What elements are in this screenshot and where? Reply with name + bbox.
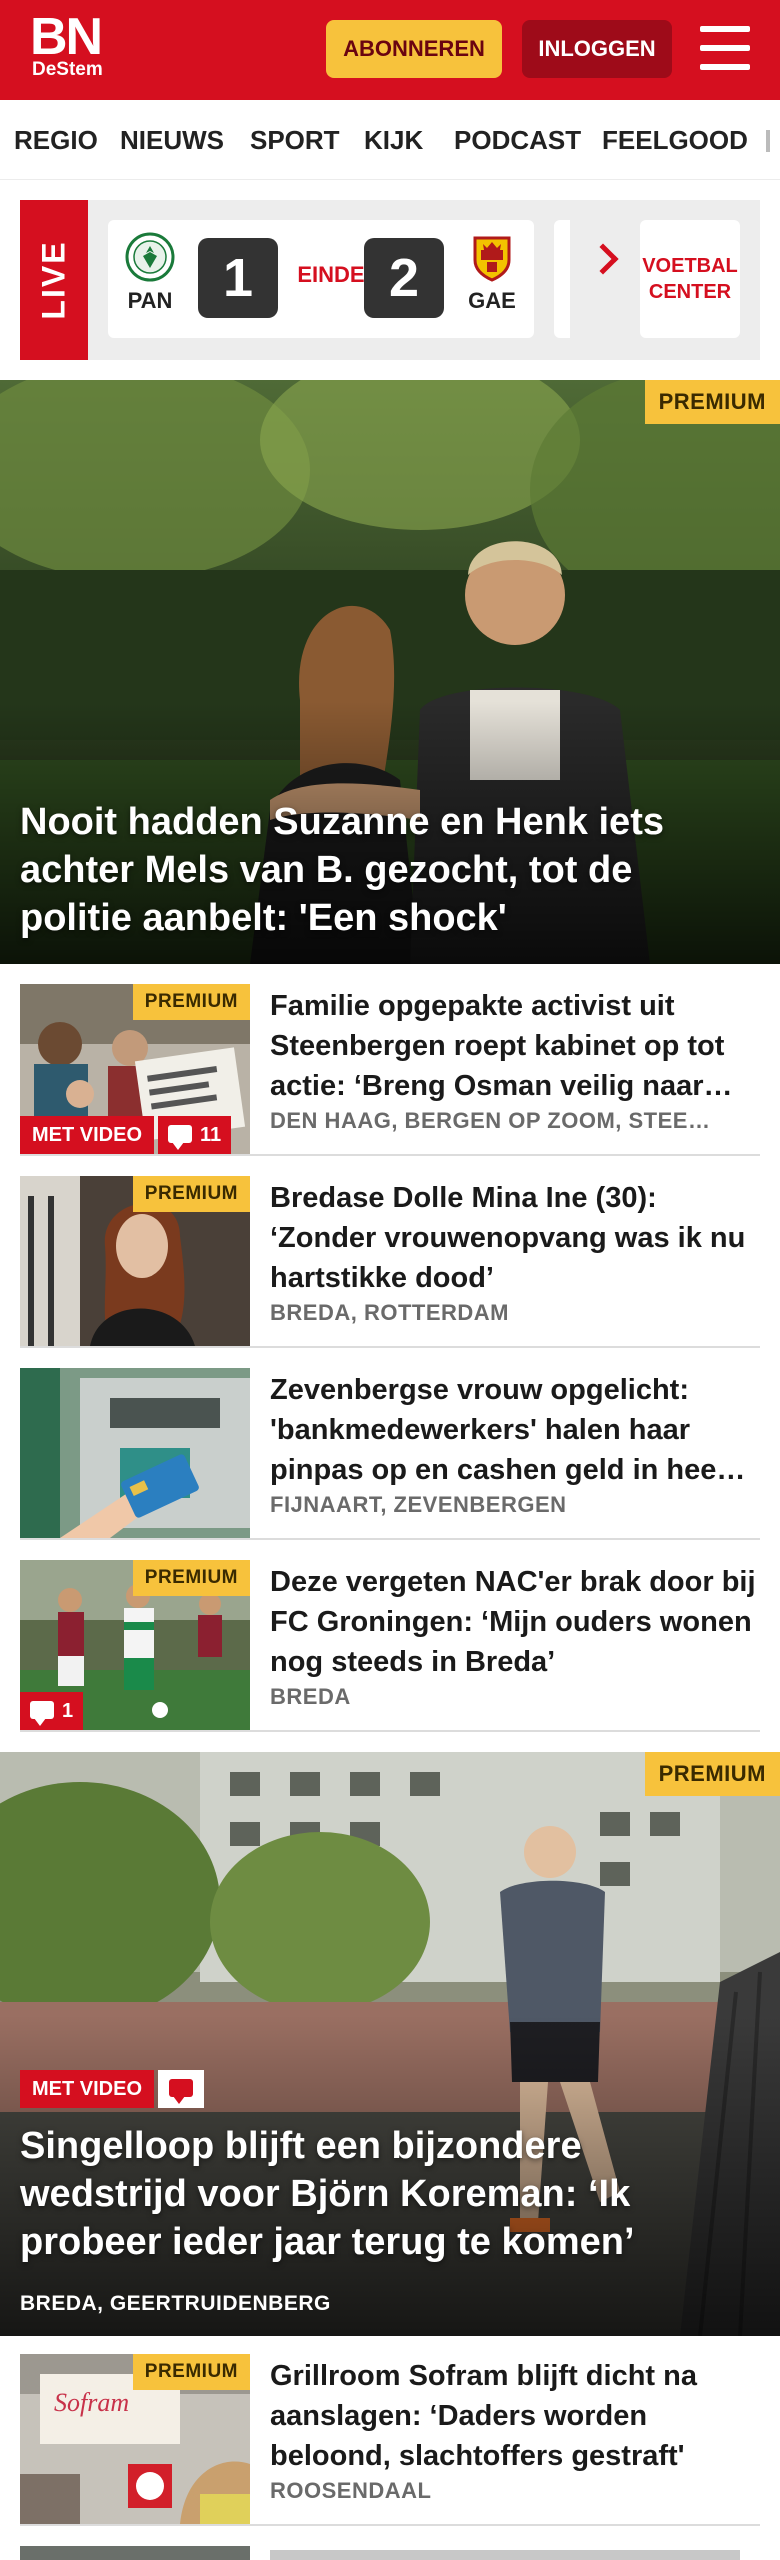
home-score: 1 <box>198 238 278 318</box>
premium-badge: PREMIUM <box>644 380 780 424</box>
article-location: ROOSENDAAL <box>270 2478 432 2503</box>
nav-item-podcast[interactable]: PODCAST <box>454 100 581 179</box>
article-location: DEN HAAG, BERGEN OP ZOOM, STEE… <box>270 1108 711 1133</box>
comment-icon <box>169 2079 193 2104</box>
site-logo[interactable]: BN DeStem <box>30 8 103 80</box>
nav-overflow-hint <box>766 130 770 152</box>
chevron-right-icon[interactable] <box>587 243 619 275</box>
login-button[interactable]: INLOGGEN <box>522 20 672 78</box>
live-panel: LIVE PAN 1 EINDE 2 GAE VOETBAL CENTER <box>20 200 760 360</box>
live-scores-strip: LIVE PAN 1 EINDE 2 GAE VOETBAL CENTER <box>0 180 780 364</box>
comment-icon <box>168 1125 192 1150</box>
premium-badge: PREMIUM <box>132 1176 250 1212</box>
page: BN DeStem ABONNEREN INLOGGEN REGIO NIEUW… <box>0 0 780 2560</box>
home-team-code: PAN <box>127 288 173 313</box>
next-article-title-peek <box>270 2550 740 2560</box>
logo-sub: DeStem <box>32 59 103 80</box>
article-item[interactable]: PREMIUM Bredase Dolle Mina Ine (30): ‘Zo… <box>20 1176 760 1348</box>
comment-badge <box>158 2070 204 2108</box>
hamburger-menu-icon[interactable] <box>700 26 750 70</box>
home-team: PAN <box>120 232 180 314</box>
logo-main: BN <box>30 8 103 66</box>
premium-badge: PREMIUM <box>132 984 250 1020</box>
go-ahead-eagles-crest-icon <box>467 232 517 282</box>
hero-article[interactable]: PREMIUM Nooit hadden Suzanne en Henk iet… <box>0 380 780 964</box>
premium-badge: PREMIUM <box>132 2354 250 2390</box>
article-location: FIJNAART, ZEVENBERGEN <box>270 1492 567 1517</box>
nav-item-nieuws[interactable]: NIEUWS <box>120 100 224 179</box>
subscribe-button[interactable]: ABONNEREN <box>326 20 502 78</box>
comment-icon <box>30 1701 54 1726</box>
away-team-code: GAE <box>468 288 516 313</box>
video-badge: MET VIDEO <box>20 2070 155 2108</box>
hero-title[interactable]: Nooit hadden Suzanne en Henk iets achter… <box>20 798 750 942</box>
match-status: EINDE <box>297 262 365 287</box>
nav-item-feelgood[interactable]: FEELGOOD <box>602 100 748 179</box>
article-title[interactable]: Deze vergeten NAC'er brak door bij FC Gr… <box>270 1562 760 1682</box>
article-title[interactable]: Zevenbergse vrouw opgelicht: 'bankmedewe… <box>270 1370 760 1490</box>
main-nav: REGIO NIEUWS SPORT KIJK PODCAST FEELGOOD <box>0 100 780 180</box>
article-location: BREDA, ROTTERDAM <box>270 1300 509 1325</box>
article-item[interactable]: Zevenbergse vrouw opgelicht: 'bankmedewe… <box>20 1368 760 1540</box>
comment-count-badge: 11 <box>158 1116 232 1154</box>
article-item[interactable]: PREMIUM 1 Deze vergeten NAC'er brak door… <box>20 1560 760 1732</box>
next-article-thumbnail-peek[interactable] <box>20 2546 250 2560</box>
hero-location: BREDA, GEERTRUIDENBERG <box>20 2292 331 2315</box>
nav-item-sport[interactable]: SPORT <box>250 100 340 179</box>
comment-count: 11 <box>200 1124 222 1146</box>
article-title[interactable]: Familie opgepakte activist uit Steenberg… <box>270 986 760 1106</box>
video-badge: MET VIDEO <box>20 1116 155 1154</box>
nav-item-kijk[interactable]: KIJK <box>364 100 423 179</box>
premium-badge: PREMIUM <box>644 1752 780 1796</box>
next-match-card-stub[interactable] <box>554 220 570 338</box>
article-thumbnail: PREMIUM MET VIDEO 11 <box>20 984 250 1154</box>
nav-item-regio[interactable]: REGIO <box>14 100 98 179</box>
comment-count-badge: 1 <box>20 1692 84 1730</box>
match-card[interactable]: PAN 1 EINDE 2 GAE <box>108 220 534 338</box>
comment-count: 1 <box>62 1700 74 1722</box>
article-thumbnail <box>20 1368 250 1538</box>
away-team: GAE <box>462 232 522 314</box>
article-item[interactable]: Sofram PREMIUM Grillroom Sofram blijft d… <box>20 2354 760 2526</box>
sign-text: Sofram <box>54 2388 130 2417</box>
voetbal-center-button[interactable]: VOETBAL CENTER <box>640 220 740 338</box>
top-bar: BN DeStem ABONNEREN INLOGGEN <box>0 0 780 100</box>
panathinaikos-crest-icon <box>125 232 175 282</box>
article-location: BREDA <box>270 1684 351 1709</box>
live-label: LIVE <box>35 240 72 320</box>
article-item[interactable]: PREMIUM MET VIDEO 11 Familie opgepakte a… <box>20 984 760 1156</box>
hero-title[interactable]: Singelloop blijft een bijzondere wedstri… <box>20 2122 740 2266</box>
live-tab[interactable]: LIVE <box>20 200 88 360</box>
away-score: 2 <box>364 238 444 318</box>
hero-article[interactable]: PREMIUM MET VIDEO Singelloop blijft een … <box>0 1752 780 2336</box>
article-thumbnail: PREMIUM 1 <box>20 1560 250 1730</box>
article-title[interactable]: Bredase Dolle Mina Ine (30): ‘Zonder vro… <box>270 1178 760 1298</box>
article-title[interactable]: Grillroom Sofram blijft dicht na aanslag… <box>270 2356 760 2476</box>
premium-badge: PREMIUM <box>132 1560 250 1596</box>
article-thumbnail: Sofram PREMIUM <box>20 2354 250 2524</box>
article-thumbnail: PREMIUM <box>20 1176 250 1346</box>
